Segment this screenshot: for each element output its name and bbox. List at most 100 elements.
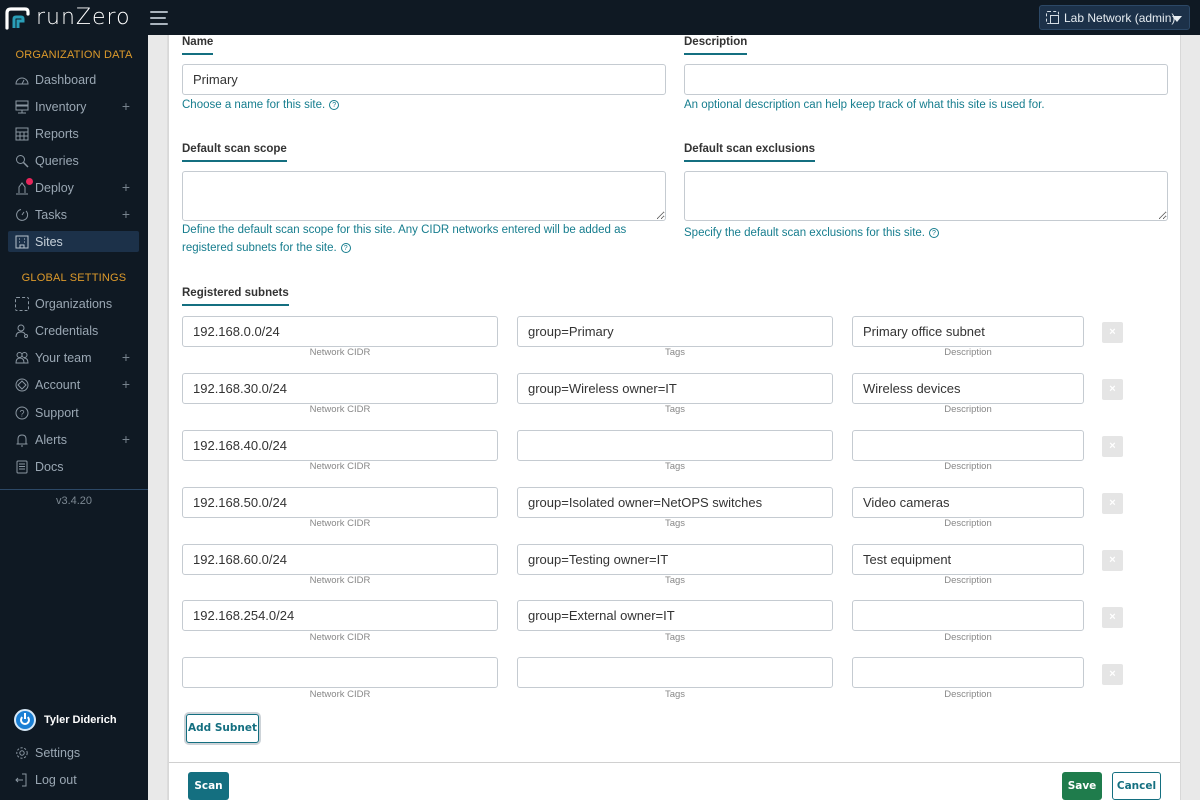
cidr-input[interactable] bbox=[182, 600, 498, 631]
tags-input[interactable] bbox=[517, 657, 833, 688]
credentials-icon bbox=[15, 324, 29, 338]
description-caption: Description bbox=[944, 461, 992, 472]
tags-input[interactable] bbox=[517, 600, 833, 631]
organization-icon bbox=[1046, 11, 1059, 24]
sidebar-item-queries[interactable]: Queries bbox=[8, 150, 139, 171]
remove-subnet-button[interactable]: × bbox=[1102, 607, 1123, 628]
description-label: Description bbox=[684, 35, 748, 55]
left-gutter bbox=[148, 35, 168, 800]
sidebar-item-support[interactable]: ? Support bbox=[8, 402, 139, 423]
page-scrollbar[interactable] bbox=[1181, 35, 1200, 800]
gear-icon bbox=[15, 746, 29, 760]
description-row-input[interactable] bbox=[852, 657, 1084, 688]
cidr-input[interactable] bbox=[182, 657, 498, 688]
scan-button[interactable]: Scan bbox=[188, 772, 229, 800]
description-input[interactable] bbox=[684, 64, 1168, 95]
tags-input[interactable] bbox=[517, 544, 833, 575]
runzero-logo[interactable]: runZero bbox=[4, 6, 131, 30]
user-profile[interactable]: Tyler Diderich bbox=[14, 709, 117, 731]
sidebar-item-settings[interactable]: Settings bbox=[8, 742, 139, 763]
sidebar-item-alerts[interactable]: Alerts + bbox=[8, 429, 139, 450]
tags-input[interactable] bbox=[517, 487, 833, 518]
scan-exclusions-label: Default scan exclusions bbox=[684, 142, 816, 162]
description-row-input[interactable] bbox=[852, 544, 1084, 575]
description-caption: Description bbox=[944, 347, 992, 358]
deploy-icon bbox=[15, 177, 33, 195]
description-row-input[interactable] bbox=[852, 430, 1084, 461]
sidebar-item-credentials[interactable]: Credentials bbox=[8, 320, 139, 341]
expand-plus-icon[interactable]: + bbox=[122, 99, 130, 113]
cidr-input[interactable] bbox=[182, 316, 498, 347]
scan-exclusions-textarea[interactable] bbox=[684, 171, 1168, 221]
cidr-input[interactable] bbox=[182, 430, 498, 461]
remove-subnet-button[interactable]: × bbox=[1102, 322, 1123, 343]
remove-subnet-button[interactable]: × bbox=[1102, 493, 1123, 514]
tags-input[interactable] bbox=[517, 430, 833, 461]
sidebar-item-label: Organizations bbox=[35, 296, 113, 311]
remove-subnet-button[interactable]: × bbox=[1102, 550, 1123, 571]
organizations-icon bbox=[15, 296, 29, 311]
scan-scope-textarea[interactable] bbox=[182, 171, 666, 221]
inventory-icon bbox=[15, 100, 29, 114]
expand-plus-icon[interactable]: + bbox=[122, 432, 130, 446]
name-label: Name bbox=[182, 35, 214, 55]
expand-plus-icon[interactable]: + bbox=[122, 350, 130, 364]
sidebar-item-tasks[interactable]: Tasks + bbox=[8, 204, 139, 225]
organization-selector-label: Lab Network (admin) bbox=[1064, 10, 1176, 25]
cidr-caption: Network CIDR bbox=[309, 689, 371, 700]
sidebar-item-label: Alerts bbox=[35, 432, 67, 447]
help-icon[interactable]: ? bbox=[329, 100, 340, 110]
tasks-icon bbox=[15, 208, 29, 222]
sidebar-item-inventory[interactable]: Inventory + bbox=[8, 96, 139, 117]
add-subnet-button[interactable]: Add Subnet bbox=[186, 714, 259, 743]
remove-subnet-button[interactable]: × bbox=[1102, 379, 1123, 400]
description-row-input[interactable] bbox=[852, 373, 1084, 404]
svg-text:?: ? bbox=[19, 408, 24, 418]
remove-subnet-button[interactable]: × bbox=[1102, 664, 1123, 685]
cidr-caption: Network CIDR bbox=[309, 632, 371, 643]
description-row-input[interactable] bbox=[852, 487, 1084, 518]
expand-plus-icon[interactable]: + bbox=[122, 180, 130, 194]
queries-icon bbox=[15, 154, 29, 168]
notification-dot bbox=[26, 177, 33, 185]
cidr-input[interactable] bbox=[182, 487, 498, 518]
cidr-caption: Network CIDR bbox=[309, 461, 371, 472]
sidebar-item-docs[interactable]: Docs bbox=[8, 456, 139, 477]
alerts-icon bbox=[15, 433, 29, 447]
expand-plus-icon[interactable]: + bbox=[122, 377, 130, 391]
tags-input[interactable] bbox=[517, 373, 833, 404]
cidr-input[interactable] bbox=[182, 544, 498, 575]
remove-subnet-button[interactable]: × bbox=[1102, 436, 1123, 457]
sidebar-item-your-team[interactable]: Your team + bbox=[8, 347, 139, 368]
cidr-input[interactable] bbox=[182, 373, 498, 404]
help-icon[interactable]: ? bbox=[340, 243, 351, 253]
sidebar-item-organizations[interactable]: Organizations bbox=[8, 293, 139, 314]
tags-caption: Tags bbox=[664, 689, 686, 700]
sidebar-item-logout[interactable]: Log out bbox=[8, 769, 139, 790]
name-input[interactable] bbox=[182, 64, 666, 95]
sidebar-item-dashboard[interactable]: Dashboard bbox=[8, 69, 139, 90]
description-caption: Description bbox=[944, 404, 992, 415]
cancel-button[interactable]: Cancel bbox=[1112, 772, 1161, 800]
footer-divider bbox=[169, 762, 1180, 763]
sidebar-item-deploy[interactable]: Deploy + bbox=[8, 177, 139, 198]
expand-plus-icon[interactable]: + bbox=[122, 207, 130, 221]
sidebar-item-label: Your team bbox=[35, 350, 92, 365]
tags-input[interactable] bbox=[517, 316, 833, 347]
sidebar-item-reports[interactable]: Reports bbox=[8, 123, 139, 144]
sidebar-item-sites[interactable]: Sites bbox=[8, 231, 139, 252]
cidr-caption: Network CIDR bbox=[309, 575, 371, 586]
description-row-input[interactable] bbox=[852, 316, 1084, 347]
sidebar-item-account[interactable]: Account + bbox=[8, 374, 139, 395]
organization-selector[interactable]: Lab Network (admin) bbox=[1039, 5, 1190, 30]
logout-icon bbox=[15, 773, 29, 787]
save-button[interactable]: Save bbox=[1062, 772, 1102, 800]
top-bar: runZero Lab Network (admin) bbox=[0, 0, 1200, 35]
help-icon[interactable]: ? bbox=[928, 228, 939, 238]
sidebar-item-label: Sites bbox=[35, 234, 63, 249]
menu-toggle-icon[interactable] bbox=[150, 11, 168, 25]
description-row-input[interactable] bbox=[852, 600, 1084, 631]
tags-caption: Tags bbox=[664, 575, 686, 586]
name-help-text: Choose a name for this site. bbox=[182, 99, 326, 111]
team-icon bbox=[15, 351, 29, 365]
